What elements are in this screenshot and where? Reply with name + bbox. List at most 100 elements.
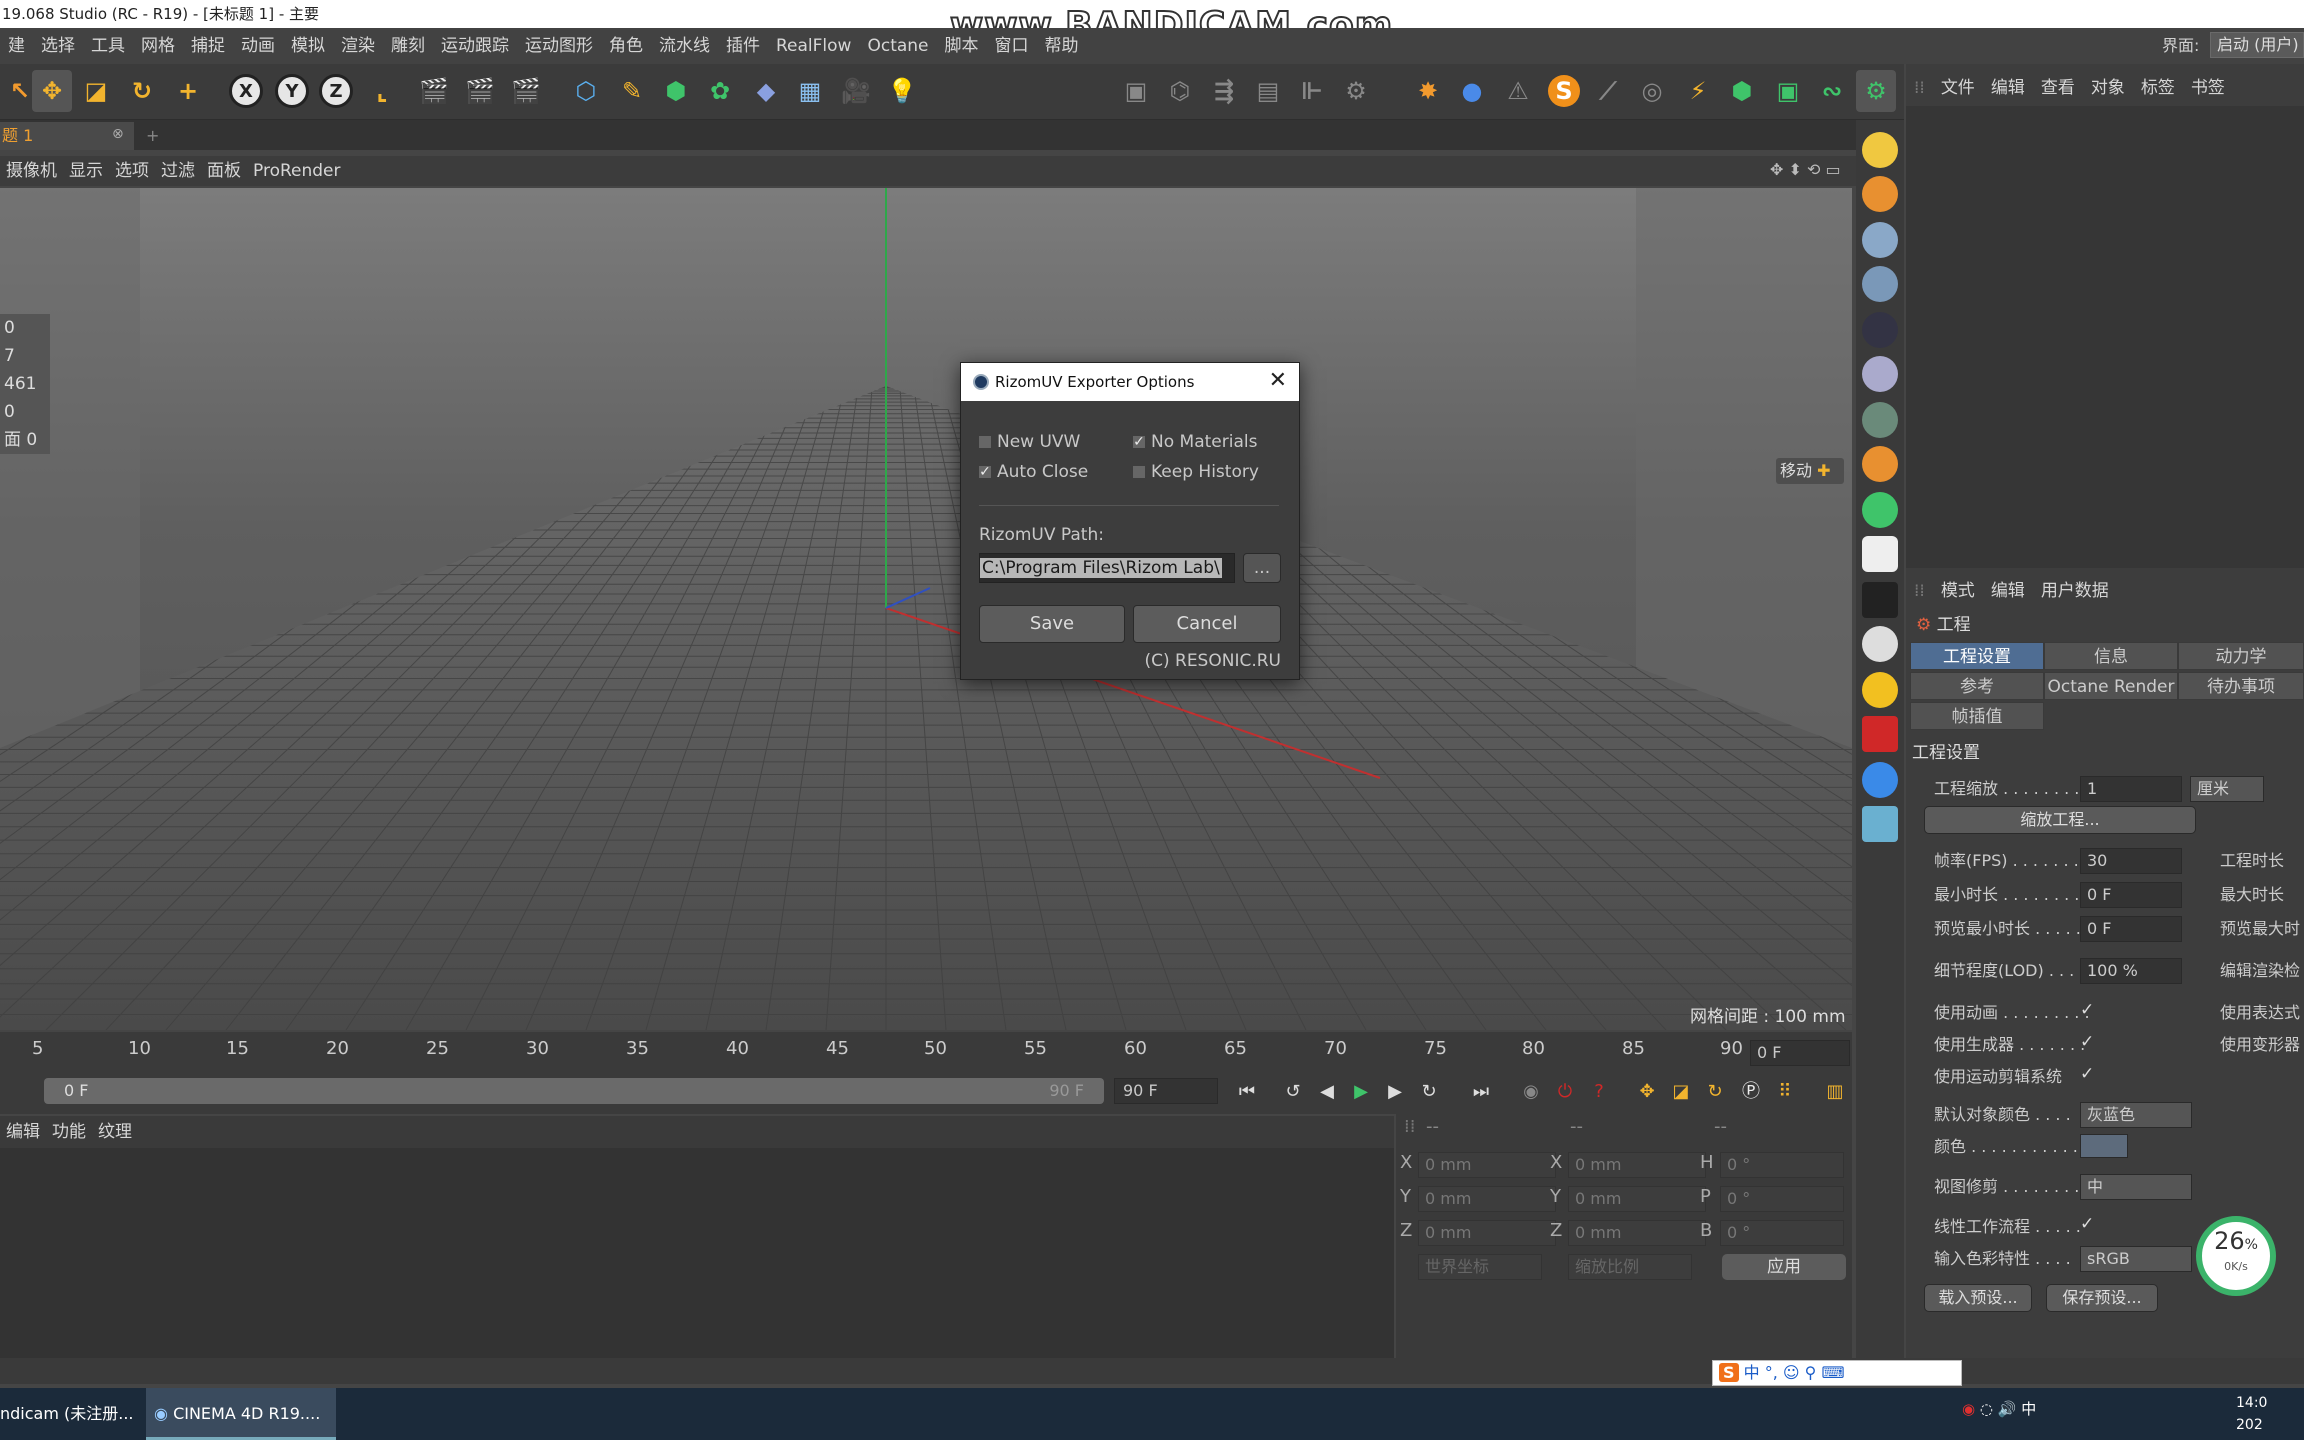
contrast-icon[interactable]	[1862, 762, 1898, 798]
plugin-icon[interactable]: ⚙	[1856, 70, 1896, 112]
light-icon[interactable]: 💡	[882, 70, 922, 112]
end-frame-field[interactable]: 90 F	[1114, 1078, 1218, 1104]
previous-frame-icon[interactable]: ◀	[1312, 1078, 1342, 1106]
object-menu-item[interactable]: 编辑	[1983, 70, 2033, 106]
use-motion-system-checkbox[interactable]: ✓	[2080, 1064, 2094, 1084]
current-frame-field[interactable]: 0 F	[1750, 1040, 1850, 1066]
plugin-icon[interactable]: ⊩	[1292, 70, 1332, 112]
camera-icon[interactable]: 🎥	[836, 70, 876, 112]
area-light-icon[interactable]	[1862, 536, 1898, 572]
apply-button[interactable]: 应用	[1722, 1254, 1846, 1280]
scale-icon[interactable]: ◪	[76, 70, 116, 112]
save-preset-button[interactable]: 保存预设...	[2046, 1284, 2158, 1312]
scale-project-button[interactable]: 缩放工程...	[1924, 806, 2196, 834]
sphere-material-icon[interactable]	[1862, 222, 1898, 258]
next-key-icon[interactable]: ↻	[1414, 1078, 1444, 1106]
material-icon[interactable]	[1862, 176, 1898, 212]
system-tray[interactable]: ◉ ◌ 🔊 中	[1962, 1398, 2036, 1419]
go-to-end-icon[interactable]: ⏭	[1466, 1078, 1496, 1106]
x-axis-icon[interactable]: X	[226, 70, 266, 112]
menu-item[interactable]: RealFlow	[768, 28, 859, 64]
fps-input[interactable]: 30	[2080, 848, 2182, 874]
use-animation-checkbox[interactable]: ✓	[2080, 1000, 2094, 1020]
menu-item[interactable]: 角色	[601, 28, 651, 64]
menu-item[interactable]: 帮助	[1037, 28, 1087, 64]
render-view-icon[interactable]: 🎬	[414, 70, 454, 112]
menu-item[interactable]: 工具	[83, 28, 133, 64]
close-icon[interactable]: ✕	[1269, 369, 1287, 393]
go-to-start-icon[interactable]: ⏮	[1232, 1078, 1262, 1106]
material-list[interactable]	[0, 1148, 1394, 1358]
size-z-input[interactable]: 0 mm	[1568, 1220, 1706, 1246]
min-time-input[interactable]: 0 F	[2080, 882, 2182, 908]
viewport-menu-item[interactable]: ProRender	[247, 156, 347, 186]
menu-item[interactable]: 运动跟踪	[433, 28, 517, 64]
no-materials-checkbox[interactable]: ✓ No Materials	[1133, 431, 1257, 453]
sphere-material-icon[interactable]	[1862, 266, 1898, 302]
preview-min-input[interactable]: 0 F	[2080, 916, 2182, 942]
plugin-icon[interactable]: ▣	[1768, 70, 1808, 112]
scale-mode-select[interactable]: 缩放比例	[1568, 1254, 1692, 1280]
viewport-nav-icons[interactable]: ✥ ⬍ ⟲ ▭	[1770, 160, 1841, 179]
viewport-menu-item[interactable]: 过滤	[155, 156, 201, 186]
rizomuv-path-input[interactable]: C:\Program Files\Rizom Lab\	[979, 553, 1235, 583]
menu-item[interactable]: 选择	[33, 28, 83, 64]
project-unit-select[interactable]: 厘米	[2190, 776, 2264, 802]
layout-select[interactable]: 启动 (用户)	[2210, 32, 2304, 58]
object-menu-item[interactable]: 文件	[1933, 70, 1983, 106]
keyframe-selection-icon[interactable]: ?	[1584, 1078, 1614, 1106]
floor-icon[interactable]: ▦	[790, 70, 830, 112]
plugin-icon[interactable]: S	[1544, 70, 1584, 112]
material-icon[interactable]	[1862, 446, 1898, 482]
ies-light-icon[interactable]	[1862, 582, 1898, 618]
tab-info[interactable]: 信息	[2044, 642, 2178, 670]
default-object-color-select[interactable]: 灰蓝色	[2080, 1102, 2192, 1128]
pos-x-input[interactable]: 0 mm	[1418, 1152, 1556, 1178]
sun-icon[interactable]	[1862, 672, 1898, 708]
view-clip-select[interactable]: 中	[2080, 1174, 2192, 1200]
rot-p-input[interactable]: 0 °	[1720, 1186, 1844, 1212]
plugin-icon[interactable]: ●	[1452, 70, 1492, 112]
plugin-icon[interactable]: ⚙	[1336, 70, 1376, 112]
play-icon[interactable]: ▶	[1346, 1078, 1376, 1106]
menu-item[interactable]: 捕捉	[183, 28, 233, 64]
target-icon[interactable]	[1862, 626, 1898, 662]
move-icon[interactable]: ✥	[32, 70, 72, 112]
render-picture-queue-icon[interactable]: 🎬	[460, 70, 500, 112]
cloner-icon[interactable]: ✿	[700, 70, 740, 112]
viewport-menu-item[interactable]: 摄像机	[0, 156, 63, 186]
timeline-ruler[interactable]: 5 10 15 20 25 30 35 40 45 50 55 60 65 70…	[0, 1032, 1852, 1072]
plugin-icon[interactable]: ⌬	[1160, 70, 1200, 112]
deformer-icon[interactable]: ◆	[746, 70, 786, 112]
pen-icon[interactable]: ✎	[612, 70, 652, 112]
close-tab-icon[interactable]: ⊗	[112, 122, 124, 146]
attr-menu-item[interactable]: 编辑	[1983, 574, 2033, 608]
frame-range-slider[interactable]: 0 F 90 F	[44, 1078, 1104, 1104]
rot-b-input[interactable]: 0 °	[1720, 1220, 1844, 1246]
plugin-icon[interactable]: ✸	[1408, 70, 1448, 112]
menu-item[interactable]: 网格	[133, 28, 183, 64]
object-list[interactable]	[1906, 106, 2304, 568]
plugin-icon[interactable]: ◎	[1632, 70, 1672, 112]
save-button[interactable]: Save	[979, 605, 1125, 643]
record-keys-icon[interactable]: ◉	[1516, 1078, 1546, 1106]
cancel-button[interactable]: Cancel	[1133, 605, 1281, 643]
load-preset-button[interactable]: 载入预设...	[1924, 1284, 2032, 1312]
half-sphere-icon[interactable]	[1862, 402, 1898, 438]
taskbar-cinema4d[interactable]: ◉ CINEMA 4D R19....	[146, 1388, 336, 1440]
key-rotation-icon[interactable]: ↻	[1700, 1078, 1730, 1106]
z-axis-icon[interactable]: Z	[316, 70, 356, 112]
plugin-icon[interactable]: ⚡	[1678, 70, 1718, 112]
new-uvw-checkbox[interactable]: New UVW	[979, 431, 1080, 453]
menu-item[interactable]: Octane	[859, 28, 936, 64]
menu-item[interactable]: 动画	[233, 28, 283, 64]
lod-input[interactable]: 100 %	[2080, 958, 2182, 984]
menu-item[interactable]: 流水线	[651, 28, 718, 64]
tab-octane-render[interactable]: Octane Render	[2044, 672, 2178, 700]
ime-toolbar[interactable]: S 中 °, ☺ ⚲ ⌨	[1712, 1360, 1962, 1386]
tab-project-settings[interactable]: 工程设置	[1910, 642, 2044, 670]
menu-item[interactable]: 脚本	[937, 28, 987, 64]
viewport-menu-item[interactable]: 选项	[109, 156, 155, 186]
key-scale-icon[interactable]: ◪	[1666, 1078, 1696, 1106]
key-parameter-icon[interactable]: Ⓟ	[1736, 1078, 1766, 1106]
